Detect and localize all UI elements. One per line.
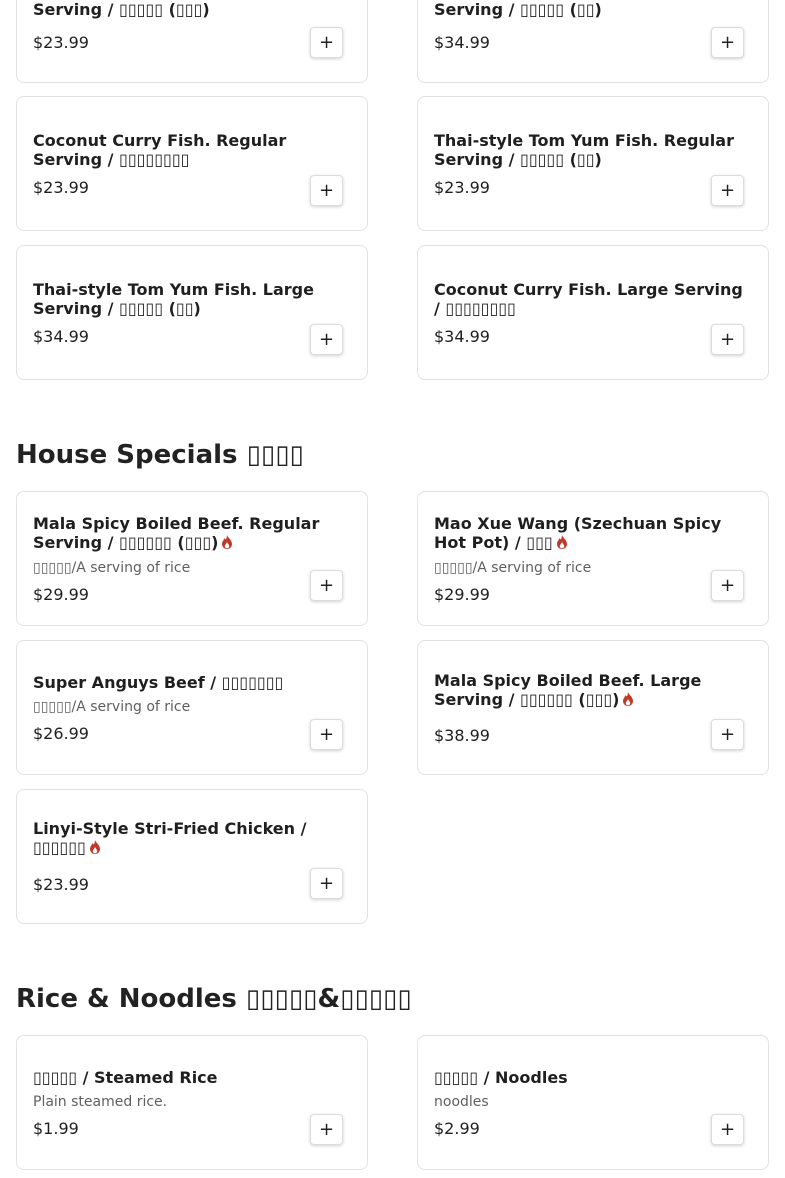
- menu-item-card[interactable]: Super Anguys Beef / ▯▯▯▯▯▯▯ ▯▯▯▯▯/A serv…: [16, 640, 368, 775]
- item-description: ▯▯▯▯▯/A serving of rice: [33, 698, 191, 715]
- item-price: $29.99: [434, 584, 490, 604]
- item-name: Serving / ▯▯▯▯▯ (▯▯): [434, 0, 602, 19]
- item-price: $23.99: [33, 33, 89, 52]
- add-to-cart-button[interactable]: +: [711, 175, 744, 206]
- item-name: Mala Spicy Boiled Beef. Regular Serving …: [33, 513, 320, 553]
- menu-item-card[interactable]: Coconut Curry Fish. Large Serving / ▯▯▯▯…: [417, 245, 769, 380]
- add-to-cart-button[interactable]: +: [310, 27, 343, 58]
- item-name: Thai-style Tom Yum Fish. Large Serving /…: [33, 279, 314, 318]
- menu-item-card[interactable]: Thai-style Tom Yum Fish. Regular Serving…: [417, 96, 769, 231]
- add-to-cart-button[interactable]: +: [310, 719, 343, 750]
- add-to-cart-button[interactable]: +: [711, 324, 744, 355]
- add-to-cart-button[interactable]: +: [310, 175, 343, 206]
- item-price: $34.99: [33, 326, 89, 346]
- item-name: ▯▯▯▯▯ / Noodles: [434, 1067, 568, 1087]
- add-to-cart-button[interactable]: +: [310, 868, 343, 899]
- add-to-cart-button[interactable]: +: [310, 570, 343, 601]
- spicy-flame-icon: [622, 691, 634, 710]
- item-price: $34.99: [434, 33, 490, 52]
- item-description: ▯▯▯▯▯/A serving of rice: [434, 559, 592, 576]
- item-name: Thai-style Tom Yum Fish. Regular Serving…: [434, 130, 734, 169]
- item-price: $23.99: [434, 177, 490, 197]
- item-name: Coconut Curry Fish. Regular Serving / ▯▯…: [33, 130, 287, 169]
- item-name: Super Anguys Beef / ▯▯▯▯▯▯▯: [33, 672, 284, 692]
- add-to-cart-button[interactable]: +: [310, 324, 343, 355]
- item-price: $38.99: [434, 725, 490, 745]
- item-price: $34.99: [434, 326, 490, 346]
- item-price: $2.99: [434, 1118, 480, 1138]
- menu-item-card[interactable]: Coconut Curry Fish. Regular Serving / ▯▯…: [16, 96, 368, 231]
- item-price: $23.99: [33, 875, 89, 894]
- menu-item-card[interactable]: ▯▯▯▯▯ / Steamed Rice Plain steamed rice.…: [16, 1035, 368, 1170]
- menu-item-card[interactable]: Serving / ▯▯▯▯▯ (▯▯▯) $23.99 +: [16, 0, 368, 83]
- menu-item-card[interactable]: Serving / ▯▯▯▯▯ (▯▯) $34.99 +: [417, 0, 769, 83]
- menu-item-card[interactable]: Mao Xue Wang (Szechuan Spicy Hot Pot) / …: [417, 491, 769, 626]
- item-price: $29.99: [33, 584, 89, 604]
- spicy-flame-icon: [556, 534, 568, 553]
- item-name: Mao Xue Wang (Szechuan Spicy Hot Pot) / …: [434, 513, 722, 553]
- item-name: ▯▯▯▯▯ / Steamed Rice: [33, 1067, 218, 1087]
- item-name: Coconut Curry Fish. Large Serving / ▯▯▯▯…: [434, 279, 743, 318]
- spicy-flame-icon: [221, 534, 233, 553]
- add-to-cart-button[interactable]: +: [711, 570, 744, 601]
- item-price: $1.99: [33, 1118, 79, 1138]
- add-to-cart-button[interactable]: +: [711, 27, 744, 58]
- menu-item-card[interactable]: Linyi-Style Stri-Fried Chicken / ▯▯▯▯▯▯ …: [16, 789, 368, 924]
- menu-item-card[interactable]: Thai-style Tom Yum Fish. Large Serving /…: [16, 245, 368, 380]
- section-title-house-specials: House Specials ▯▯▯▯: [16, 440, 304, 470]
- item-description: ▯▯▯▯▯/A serving of rice: [33, 559, 191, 576]
- item-name: Mala Spicy Boiled Beef. Large Serving / …: [434, 670, 702, 710]
- item-price: $26.99: [33, 723, 89, 743]
- section-title-rice-noodles: Rice & Noodles ▯▯▯▯▯&▯▯▯▯▯: [16, 984, 412, 1014]
- add-to-cart-button[interactable]: +: [711, 719, 744, 750]
- item-price: $23.99: [33, 177, 89, 197]
- add-to-cart-button[interactable]: +: [310, 1114, 343, 1145]
- spicy-flame-icon: [89, 839, 101, 858]
- item-name: Serving / ▯▯▯▯▯ (▯▯▯): [33, 0, 210, 19]
- add-to-cart-button[interactable]: +: [711, 1114, 744, 1145]
- menu-item-card[interactable]: Mala Spicy Boiled Beef. Large Serving / …: [417, 640, 769, 775]
- item-description: Plain steamed rice.: [33, 1093, 168, 1110]
- item-name: Linyi-Style Stri-Fried Chicken / ▯▯▯▯▯▯: [33, 819, 307, 858]
- menu-item-card[interactable]: Mala Spicy Boiled Beef. Regular Serving …: [16, 491, 368, 626]
- menu-item-card[interactable]: ▯▯▯▯▯ / Noodles noodles $2.99 +: [417, 1035, 769, 1170]
- item-description: noodles: [434, 1093, 489, 1110]
